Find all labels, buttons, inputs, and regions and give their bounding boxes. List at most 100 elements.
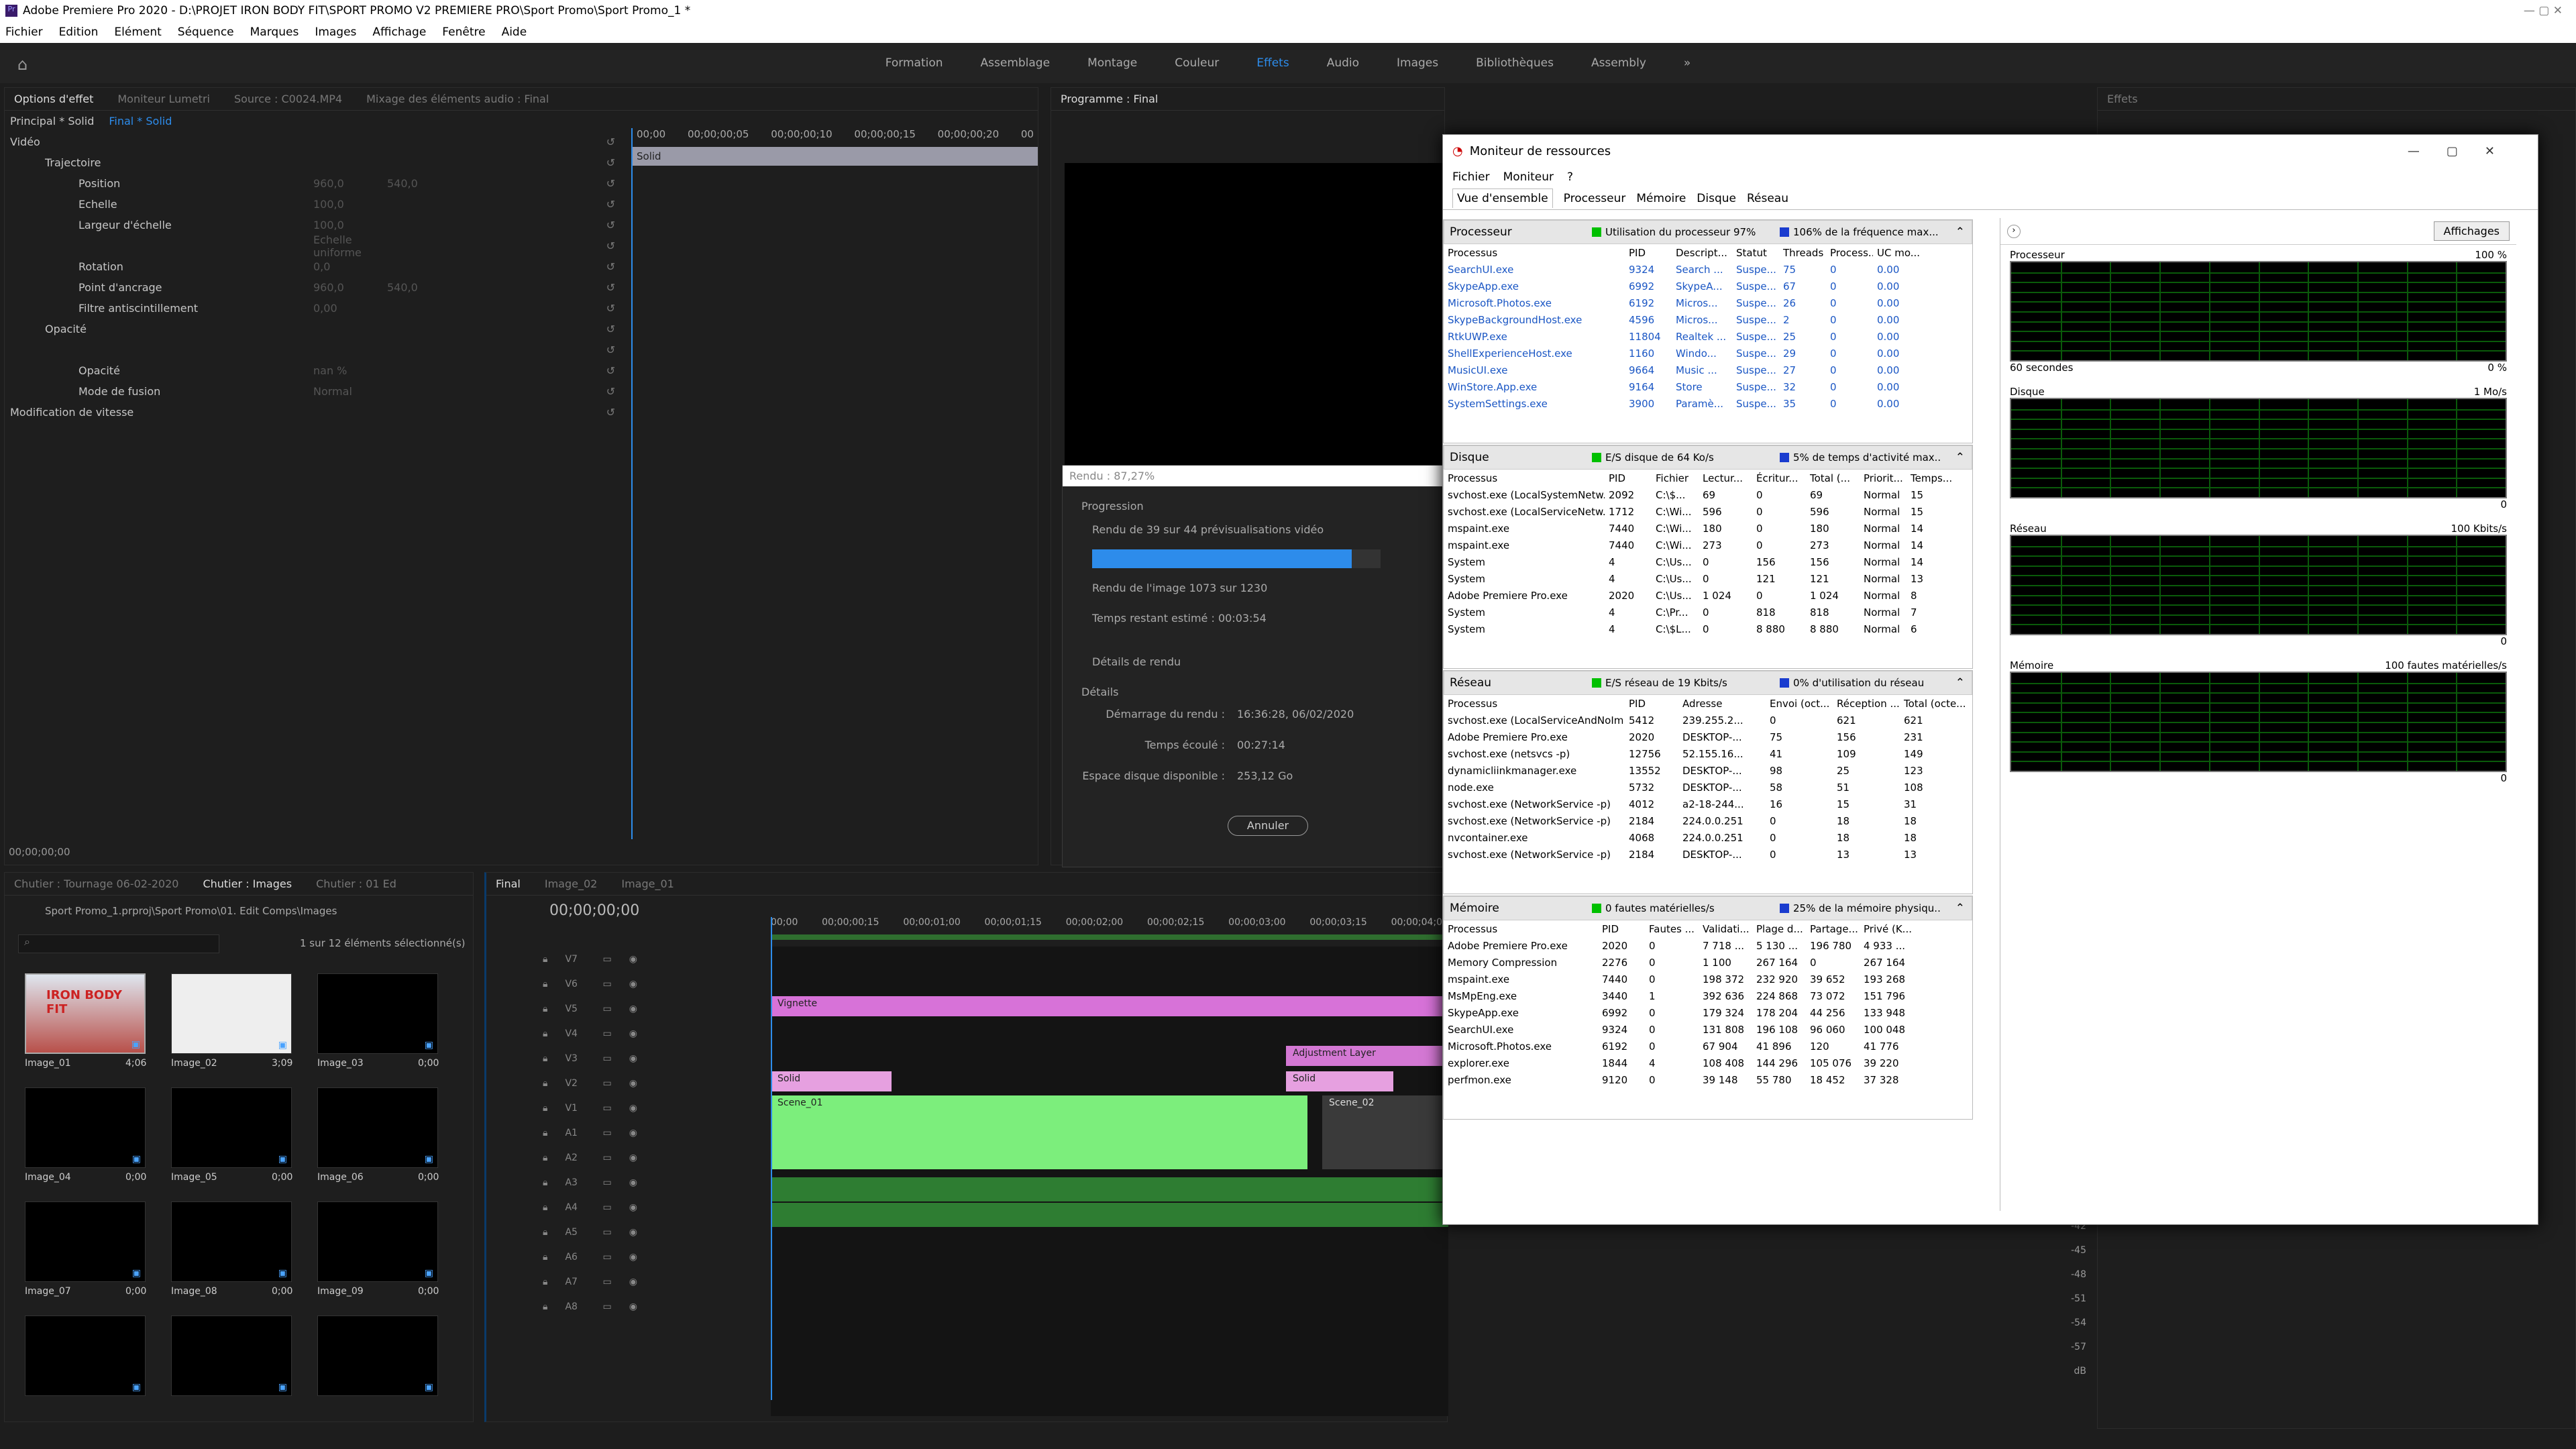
- visibility-icon[interactable]: ◉: [629, 1152, 637, 1163]
- process-row[interactable]: dynamicliinkmanager.exe 13552 DESKTOP-... 9…: [1444, 762, 1972, 779]
- column-header[interactable]: Descript...: [1672, 247, 1732, 259]
- column-header[interactable]: Écritur...: [1752, 472, 1806, 484]
- reset-icon[interactable]: ↺: [606, 385, 615, 398]
- visibility-icon[interactable]: ◉: [629, 1028, 637, 1039]
- visibility-icon[interactable]: ◉: [629, 1177, 637, 1188]
- effect-value[interactable]: 960,0: [313, 177, 387, 190]
- lock-icon[interactable]: 🔒︎: [543, 1227, 547, 1238]
- column-header[interactable]: Privé (K...: [1860, 923, 1913, 935]
- window-controls[interactable]: — ▢ ✕: [2524, 4, 2563, 17]
- process-row[interactable]: SkypeApp.exe 6992 SkypeA... Suspe... 67 0 0.00: [1444, 278, 1972, 294]
- effect-value[interactable]: 0,0: [313, 260, 387, 273]
- tab-bin[interactable]: Chutier : 01 Ed: [316, 877, 396, 890]
- effect-value[interactable]: 0,00: [313, 302, 387, 315]
- clip-selector[interactable]: Principal * Solid: [10, 115, 94, 127]
- menu-item[interactable]: Fenêtre: [442, 25, 485, 39]
- column-header[interactable]: PID: [1625, 247, 1672, 259]
- menu-item[interactable]: Marques: [250, 25, 299, 39]
- playhead[interactable]: [771, 917, 772, 1400]
- section-header[interactable]: Processeur Utilisation du processeur 97% 1…: [1444, 220, 1972, 244]
- process-row[interactable]: System 4 C:\Us... 0 156 156 Normal 14: [1444, 553, 1972, 570]
- process-row[interactable]: node.exe 5732 DESKTOP-... 58 51 108: [1444, 779, 1972, 796]
- effect-value[interactable]: nan %: [313, 364, 387, 377]
- thumbnail[interactable]: ▣: [25, 1201, 146, 1282]
- resmon-menu-item[interactable]: Moniteur: [1503, 170, 1554, 184]
- lock-icon[interactable]: 🔒︎: [543, 1177, 547, 1188]
- track-name[interactable]: A7: [565, 1277, 585, 1287]
- process-row[interactable]: mspaint.exe 7440 C:\Wi... 273 0 273 Normal 14: [1444, 537, 1972, 553]
- visibility-icon[interactable]: ◉: [629, 1202, 637, 1213]
- tab-audio-mixer[interactable]: Mixage des éléments audio : Final: [366, 93, 549, 105]
- tab-effects[interactable]: Effets: [2107, 93, 2138, 105]
- menu-item[interactable]: Fichier: [5, 25, 43, 39]
- process-row[interactable]: SearchUI.exe 9324 0 131 808 196 108 96 060 100…: [1444, 1021, 1972, 1038]
- process-row[interactable]: SearchUI.exe 9324 Search ... Suspe... 75 0 0.0…: [1444, 261, 1972, 278]
- process-row[interactable]: svchost.exe (NetworkService -p) 4012 a2-18…: [1444, 796, 1972, 812]
- reset-icon[interactable]: ↺: [606, 136, 615, 148]
- process-row[interactable]: svchost.exe (LocalServiceAndNoIm... 5412 2…: [1444, 712, 1972, 729]
- column-header[interactable]: Total (octe...: [1900, 698, 1967, 710]
- effect-value[interactable]: 960,0: [313, 281, 387, 294]
- track-name[interactable]: V7: [565, 954, 585, 965]
- menu-item[interactable]: Elément: [114, 25, 161, 39]
- cancel-button[interactable]: Annuler: [1228, 816, 1308, 836]
- lock-icon[interactable]: 🔒︎: [543, 979, 547, 989]
- resmon-menu-item[interactable]: Fichier: [1452, 170, 1490, 184]
- track-name[interactable]: V5: [565, 1004, 585, 1014]
- track-name[interactable]: A8: [565, 1301, 585, 1312]
- views-button[interactable]: Affichages: [2433, 221, 2510, 241]
- effect-value[interactable]: 100,0: [313, 219, 387, 231]
- track-name[interactable]: A3: [565, 1177, 585, 1188]
- workspace-tab[interactable]: Bibliothèques: [1476, 56, 1554, 70]
- visibility-icon[interactable]: ◉: [629, 1227, 637, 1238]
- track-name[interactable]: V4: [565, 1028, 585, 1039]
- column-header[interactable]: Statut: [1732, 247, 1779, 259]
- sync-icon[interactable]: ▭: [602, 1103, 611, 1114]
- process-row[interactable]: svchost.exe (LocalServiceNetw... 1712 C:\W…: [1444, 503, 1972, 520]
- thumbnail[interactable]: ▣: [171, 1316, 292, 1396]
- menu-item[interactable]: Edition: [59, 25, 99, 39]
- reset-icon[interactable]: ↺: [606, 219, 615, 231]
- expand-arrow-icon[interactable]: ›: [2007, 224, 2021, 238]
- tab-lumetri[interactable]: Moniteur Lumetri: [117, 93, 210, 105]
- thumbnail[interactable]: ▣: [317, 1087, 438, 1168]
- visibility-icon[interactable]: ◉: [629, 1004, 637, 1014]
- resmon-menu-item[interactable]: ?: [1567, 170, 1573, 184]
- reset-icon[interactable]: ↺: [606, 156, 615, 169]
- column-header[interactable]: Fichier: [1652, 472, 1699, 484]
- process-row[interactable]: SystemSettings.exe 3900 Paramè... Suspe... 3…: [1444, 395, 1972, 412]
- effect-value[interactable]: Echelle uniforme: [313, 233, 387, 259]
- tab-source[interactable]: Source : C0024.MP4: [234, 93, 342, 105]
- column-header[interactable]: Envoi (oct...: [1766, 698, 1833, 710]
- thumbnail[interactable]: ▣: [171, 1087, 292, 1168]
- visibility-icon[interactable]: ◉: [629, 954, 637, 965]
- column-header[interactable]: PID: [1598, 923, 1645, 935]
- home-icon[interactable]: ⌂: [17, 55, 28, 74]
- process-row[interactable]: svchost.exe (NetworkService -p) 2184 DESKT…: [1444, 846, 1972, 863]
- effect-value[interactable]: Normal: [313, 385, 387, 398]
- track-name[interactable]: V3: [565, 1053, 585, 1064]
- effect-value-2[interactable]: 540,0: [387, 177, 461, 190]
- reset-icon[interactable]: ↺: [606, 302, 615, 315]
- audio-clip[interactable]: [771, 1177, 1448, 1201]
- scene-01-clip[interactable]: Scene_01: [771, 1095, 1307, 1169]
- process-row[interactable]: explorer.exe 1844 4 108 408 144 296 105 076 39…: [1444, 1055, 1972, 1071]
- workspace-tab[interactable]: Assemblage: [981, 56, 1051, 70]
- reset-icon[interactable]: ↺: [606, 239, 615, 252]
- column-header[interactable]: Partage...: [1806, 923, 1860, 935]
- column-header[interactable]: PID: [1625, 698, 1678, 710]
- sync-icon[interactable]: ▭: [602, 1078, 611, 1089]
- lock-icon[interactable]: 🔒︎: [543, 1202, 547, 1213]
- lock-icon[interactable]: 🔒︎: [543, 954, 547, 965]
- process-row[interactable]: mspaint.exe 7440 0 198 372 232 920 39 652 193 …: [1444, 971, 1972, 987]
- track-name[interactable]: A6: [565, 1252, 585, 1263]
- clip-active[interactable]: Final * Solid: [109, 115, 172, 127]
- thumbnail[interactable]: ▣: [171, 1201, 292, 1282]
- process-row[interactable]: svchost.exe (NetworkService -p) 2184 224.0…: [1444, 812, 1972, 829]
- effect-value-2[interactable]: 540,0: [387, 281, 461, 294]
- process-row[interactable]: perfmon.exe 9120 0 39 148 55 780 18 452 37 328: [1444, 1071, 1972, 1088]
- column-header[interactable]: UC mo...: [1873, 247, 1920, 259]
- process-row[interactable]: WinStore.App.exe 9164 Store Suspe... 32 0 0.00: [1444, 378, 1972, 395]
- workspace-tab-active[interactable]: Effets: [1256, 56, 1289, 70]
- lock-icon[interactable]: 🔒︎: [543, 1053, 547, 1064]
